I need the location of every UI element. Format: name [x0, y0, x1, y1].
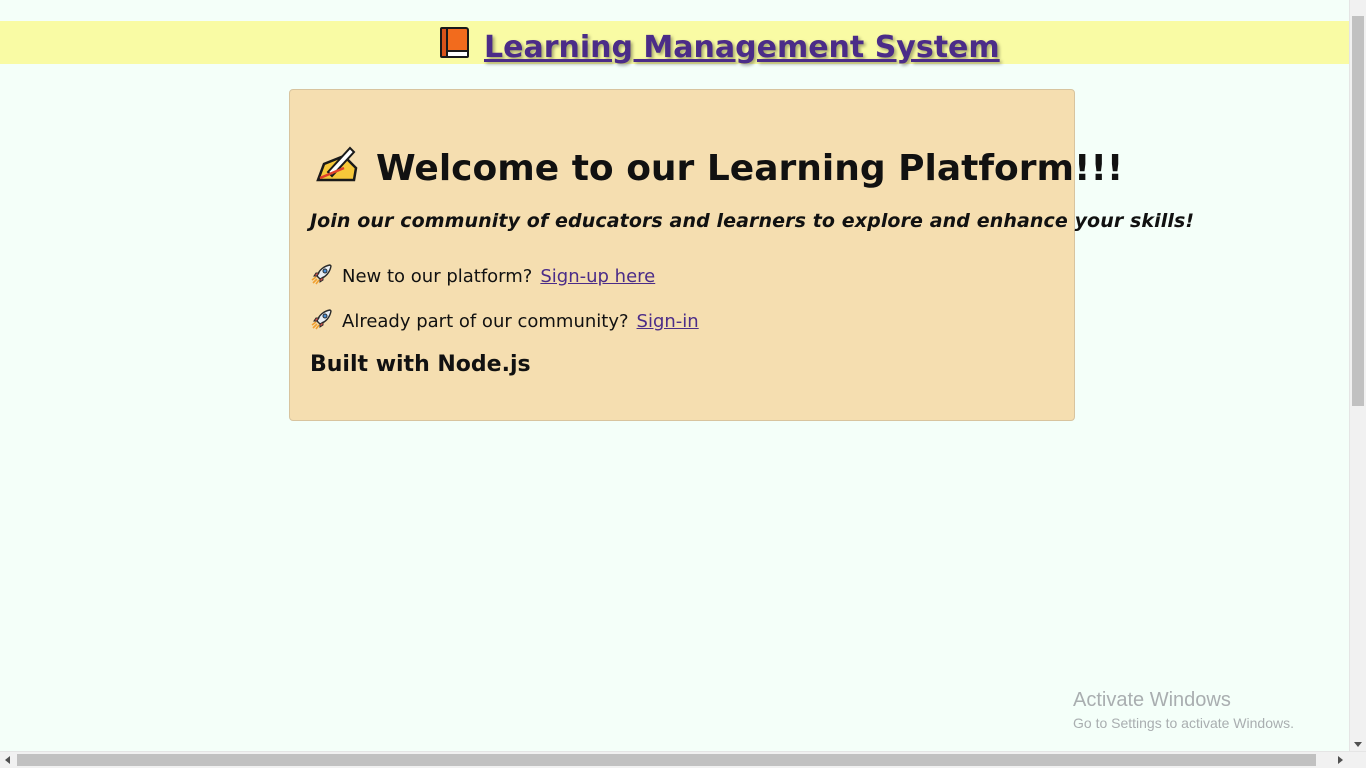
- signup-prompt: New to our platform?: [342, 266, 533, 287]
- vertical-scroll-thumb[interactable]: [1352, 16, 1364, 406]
- watermark-title: Activate Windows: [1073, 689, 1231, 711]
- writing-hand-icon: [314, 142, 360, 195]
- built-with-text: Built with Node.js: [310, 352, 531, 377]
- scroll-left-arrow-icon[interactable]: [5, 756, 10, 764]
- page-viewport: Learning Management System Welcome to ou…: [0, 0, 1349, 751]
- welcome-heading-text: Welcome to our Learning Platform!!!: [376, 147, 1124, 189]
- watermark-subtitle: Go to Settings to activate Windows.: [1073, 715, 1294, 731]
- welcome-card: Welcome to our Learning Platform!!! Join…: [289, 89, 1194, 421]
- signin-link[interactable]: Sign-in: [637, 311, 699, 332]
- horizontal-scroll-thumb[interactable]: [17, 754, 1316, 766]
- horizontal-scrollbar[interactable]: [0, 751, 1366, 768]
- signup-link[interactable]: Sign-up here: [540, 266, 655, 287]
- scroll-down-arrow-icon[interactable]: [1354, 742, 1362, 747]
- site-title-link[interactable]: Learning Management System: [438, 25, 1000, 70]
- signin-line: Already part of our community? Sign-in: [310, 307, 699, 336]
- signup-line: New to our platform? Sign-up here: [310, 262, 655, 291]
- signin-prompt: Already part of our community?: [342, 311, 629, 332]
- scroll-right-arrow-icon[interactable]: [1338, 756, 1343, 764]
- tagline: Join our community of educators and lear…: [310, 210, 1195, 232]
- rocket-icon: [310, 307, 334, 336]
- vertical-scrollbar[interactable]: [1349, 0, 1366, 751]
- site-title: Learning Management System: [484, 29, 1000, 65]
- rocket-icon: [310, 262, 334, 291]
- windows-activation-watermark: Activate Windows Go to Settings to activ…: [1073, 688, 1294, 734]
- header-banner: Learning Management System: [0, 21, 1349, 65]
- orange-book-icon: [438, 25, 474, 70]
- welcome-heading: Welcome to our Learning Platform!!!: [314, 142, 1123, 195]
